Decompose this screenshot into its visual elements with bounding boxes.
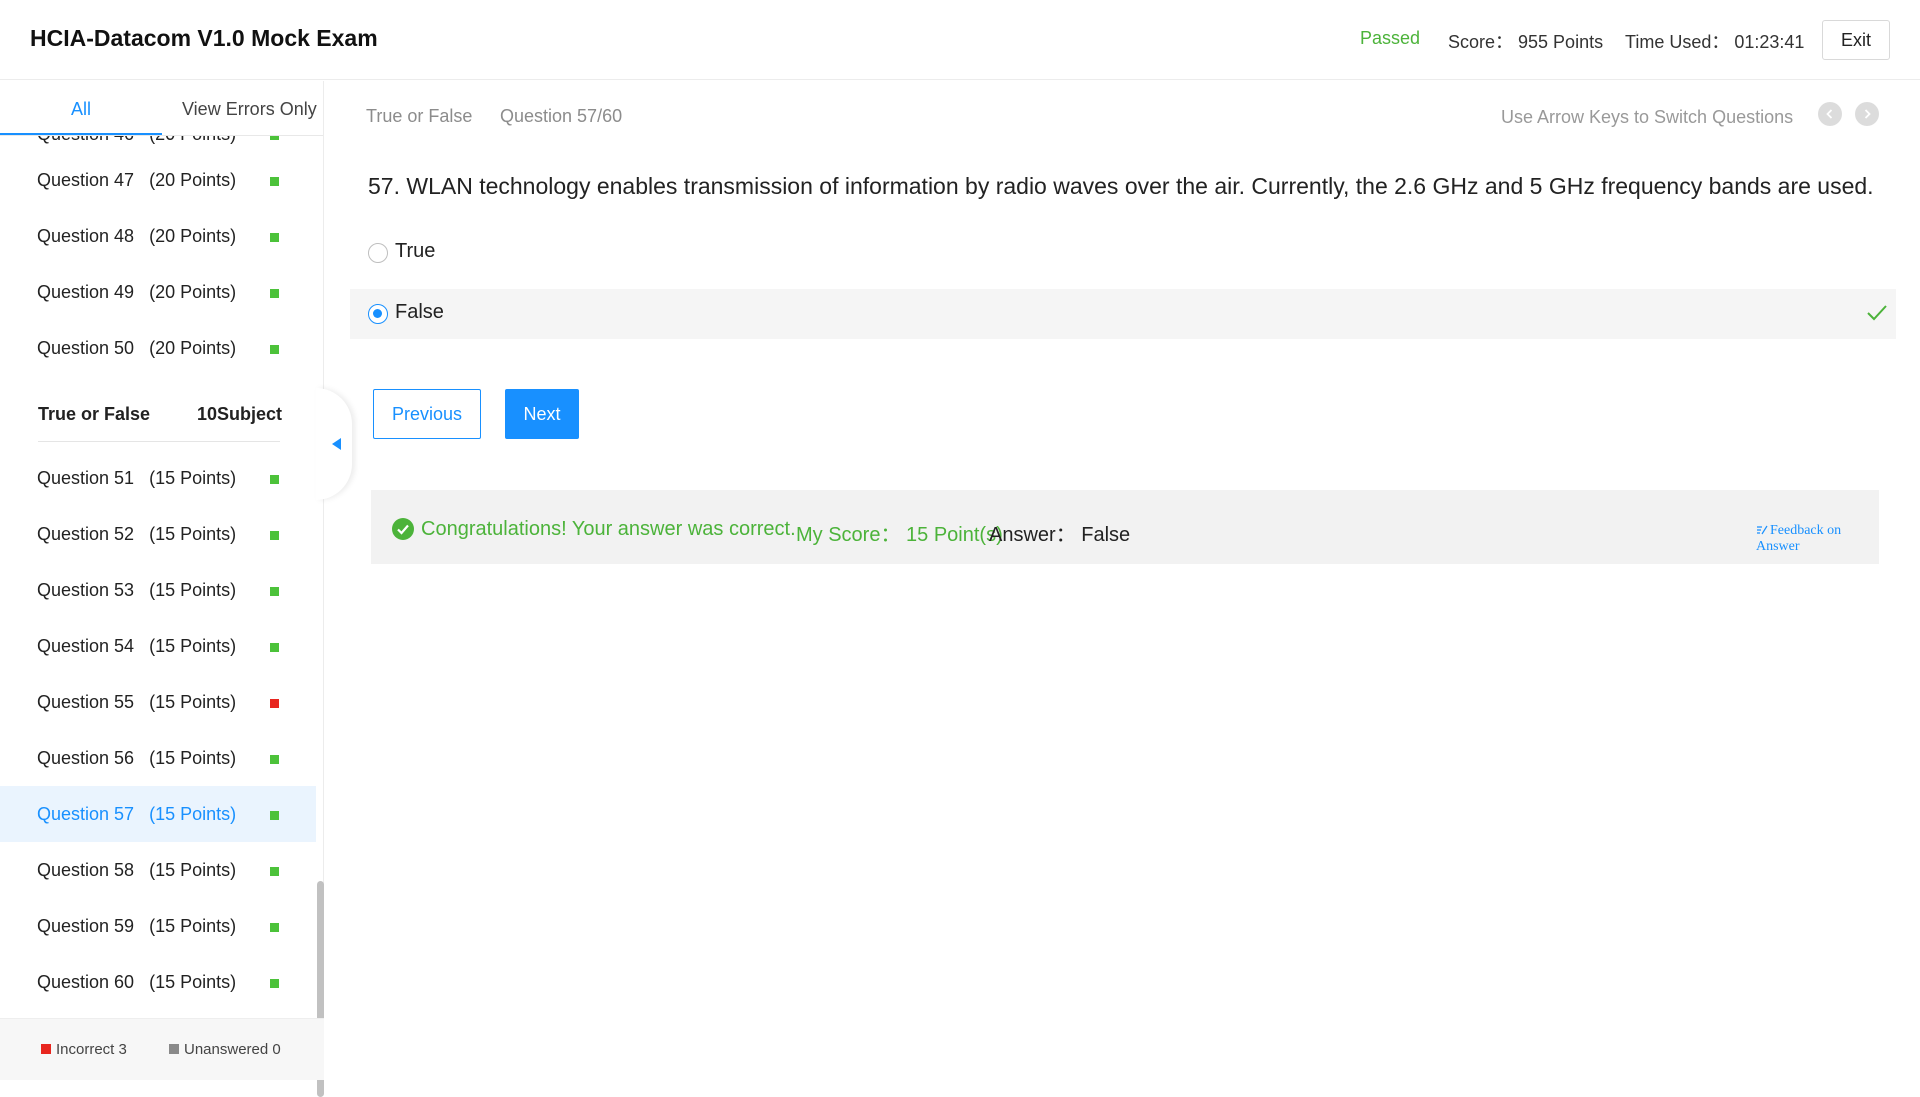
- option-false[interactable]: False: [350, 289, 1896, 339]
- status-correct-indicator: [270, 811, 279, 820]
- question-item-53[interactable]: Question 53 (15 Points): [0, 562, 316, 618]
- question-counter: Question 57/60: [500, 106, 623, 126]
- sidebar-tabs: All View Errors Only: [0, 81, 323, 136]
- next-button[interactable]: Next: [505, 389, 579, 439]
- radio-button[interactable]: [368, 243, 388, 263]
- status-correct-indicator: [270, 177, 279, 186]
- radio-button-selected[interactable]: [368, 304, 388, 324]
- question-item-label: Question 54 (15 Points): [37, 636, 237, 656]
- my-score: My Score： 15 Point(s): [796, 524, 1003, 546]
- top-bar: HCIA-Datacom V1.0 Mock Exam Passed Score…: [0, 0, 1920, 80]
- status-incorrect-indicator: [270, 699, 279, 708]
- total-score: Score： 955 Points: [1448, 32, 1604, 52]
- pass-status: Passed: [1360, 28, 1421, 48]
- question-item-label: Question 55 (15 Points): [37, 692, 237, 712]
- status-correct-indicator: [270, 233, 279, 242]
- next-question-icon-button[interactable]: [1855, 102, 1879, 126]
- section-header-true-or-false: True or False 10Subject: [38, 386, 283, 442]
- question-text: 57. WLAN technology enables transmission…: [368, 173, 1874, 199]
- correct-answer: Answer： False: [989, 524, 1131, 546]
- question-item-label: Question 48 (20 Points): [37, 226, 237, 246]
- status-correct-indicator: [270, 643, 279, 652]
- status-correct-indicator: [270, 345, 279, 354]
- status-correct-indicator: [270, 531, 279, 540]
- section-count: 10Subject: [197, 404, 283, 424]
- success-check-circle-icon: [392, 518, 414, 540]
- status-correct-indicator: [270, 136, 279, 140]
- question-item-57[interactable]: Question 57 (15 Points): [0, 786, 316, 842]
- status-correct-indicator: [270, 755, 279, 764]
- exit-button[interactable]: Exit: [1822, 20, 1890, 60]
- question-item-label: Question 53 (15 Points): [37, 580, 237, 600]
- incorrect-square-icon: [41, 1044, 51, 1054]
- question-item-60[interactable]: Question 60 (15 Points): [0, 954, 316, 1010]
- question-item-58[interactable]: Question 58 (15 Points): [0, 842, 316, 898]
- status-correct-indicator: [270, 923, 279, 932]
- question-type: True or False: [366, 106, 473, 126]
- option-label: False: [395, 301, 444, 323]
- checkmark-icon: [1867, 305, 1887, 321]
- tab-all[interactable]: All: [71, 99, 91, 120]
- question-item-52[interactable]: Question 52 (15 Points): [0, 506, 316, 562]
- question-item-48[interactable]: Question 48 (20 Points): [0, 208, 316, 264]
- question-item-label: Question 56 (15 Points): [37, 748, 237, 768]
- unanswered-square-icon: [169, 1044, 179, 1054]
- time-used: Time Used： 01:23:41: [1625, 32, 1805, 52]
- status-correct-indicator: [270, 475, 279, 484]
- status-correct-indicator: [270, 979, 279, 988]
- status-correct-indicator: [270, 587, 279, 596]
- answer-result-panel: Congratulations! Your answer was correct…: [371, 490, 1879, 564]
- legend-unanswered-label: Unanswered 0: [184, 1041, 281, 1058]
- question-item-label: Question 50 (20 Points): [37, 338, 237, 358]
- question-item-59[interactable]: Question 59 (15 Points): [0, 898, 316, 954]
- section-name: True or False: [38, 404, 151, 424]
- edit-icon: [1757, 525, 1768, 535]
- chevron-left-icon: [1826, 109, 1833, 119]
- question-item-label: Question 49 (20 Points): [37, 282, 237, 302]
- question-item-label: Question 58 (15 Points): [37, 860, 237, 880]
- question-item-label: Question 47 (20 Points): [37, 170, 237, 190]
- exam-title: HCIA-Datacom V1.0 Mock Exam: [30, 25, 378, 51]
- question-item-56[interactable]: Question 56 (15 Points): [0, 730, 316, 786]
- question-sidebar: All View Errors Only Question 46 (20 Poi…: [0, 81, 324, 1097]
- legend-incorrect-label: Incorrect 3: [56, 1041, 127, 1058]
- status-correct-indicator: [270, 289, 279, 298]
- question-panel: True or False Question 57/60 Use Arrow K…: [325, 81, 1920, 1080]
- previous-button[interactable]: Previous: [373, 389, 481, 439]
- chevron-right-icon: [1864, 109, 1871, 119]
- question-item-50[interactable]: Question 50 (20 Points): [0, 320, 316, 376]
- question-item-label: Question 51 (15 Points): [37, 468, 237, 488]
- active-tab-indicator: [0, 133, 162, 135]
- collapse-arrow-icon: [332, 438, 341, 450]
- question-item-55[interactable]: Question 55 (15 Points): [0, 674, 316, 730]
- question-list[interactable]: Question 46 (20 Points) Question 47 (20 …: [0, 136, 316, 1018]
- tab-view-errors-only[interactable]: View Errors Only: [182, 99, 317, 120]
- result-message: Congratulations! Your answer was correct…: [421, 518, 796, 540]
- question-item-54[interactable]: Question 54 (15 Points): [0, 618, 316, 674]
- feedback-label: Feedback on Answer: [1756, 523, 1842, 554]
- prev-question-icon-button[interactable]: [1818, 102, 1842, 126]
- legend-incorrect: Incorrect 3: [41, 1041, 127, 1058]
- question-item-label: Question 46 (20 Points): [37, 136, 236, 145]
- keyboard-hint: Use Arrow Keys to Switch Questions: [1501, 107, 1794, 127]
- legend-unanswered: Unanswered 0: [169, 1041, 281, 1058]
- option-label: True: [395, 240, 436, 262]
- option-true[interactable]: True: [350, 228, 1896, 278]
- question-item-47[interactable]: Question 47 (20 Points): [0, 152, 316, 208]
- question-item-label: Question 57 (15 Points): [37, 804, 237, 824]
- question-item-51[interactable]: Question 51 (15 Points): [0, 450, 316, 506]
- question-item-49[interactable]: Question 49 (20 Points): [0, 264, 316, 320]
- question-item-label: Question 60 (15 Points): [37, 972, 237, 992]
- question-item-label: Question 59 (15 Points): [37, 916, 237, 936]
- status-correct-indicator: [270, 867, 279, 876]
- question-item-label: Question 52 (15 Points): [37, 524, 237, 544]
- status-legend: Incorrect 3 Unanswered 0: [0, 1018, 324, 1080]
- feedback-on-answer-link[interactable]: Feedback on Answer: [1756, 523, 1879, 555]
